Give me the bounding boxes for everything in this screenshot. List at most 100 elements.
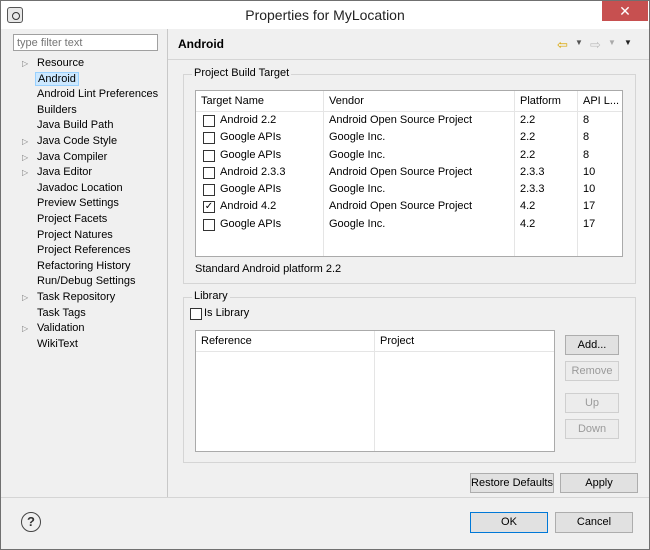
remove-library-button[interactable]: Remove (565, 361, 619, 381)
tree-item[interactable]: Project Natures (19, 228, 165, 244)
ok-button[interactable]: OK (470, 512, 548, 533)
tree-item-label: Project Natures (37, 228, 113, 241)
tree-item[interactable]: ▷ Task Repository (19, 290, 165, 306)
move-up-button[interactable]: Up (565, 393, 619, 413)
tree-item[interactable]: ▷ Resource (19, 56, 165, 72)
table-row[interactable]: Android 2.3.3 Android Open Source Project… (196, 164, 622, 181)
tree-item[interactable]: ▷ Java Code Style (19, 134, 165, 150)
cell-name: Google APIs (220, 148, 282, 161)
tree-item[interactable]: Preview Settings (19, 196, 165, 212)
table-row[interactable]: Google APIs Google Inc. 2.2 8 (196, 129, 622, 146)
tree-item[interactable]: Android Lint Preferences (19, 87, 165, 103)
cell-vendor: Google Inc. (329, 148, 386, 161)
page-title: Android (178, 37, 224, 51)
forward-dropdown-icon: ▼ (608, 38, 616, 47)
apply-button[interactable]: Apply (560, 473, 638, 493)
header-divider (168, 59, 649, 60)
tree-item[interactable]: ▷ Java Editor (19, 165, 165, 181)
properties-dialog: Properties for MyLocation ✕ ▷ Resource And… (0, 0, 650, 550)
build-target-table: Target Name Vendor Platform API L... And… (195, 90, 623, 257)
tree-item-label: Android Lint Preferences (37, 88, 159, 101)
library-table: Reference Project (195, 330, 555, 452)
back-dropdown-icon[interactable]: ▼ (575, 38, 583, 47)
move-down-button[interactable]: Down (565, 419, 619, 439)
checkbox-icon[interactable] (190, 308, 202, 320)
expand-arrow-icon[interactable]: ▷ (22, 150, 30, 166)
expand-arrow-icon[interactable]: ▷ (22, 165, 30, 181)
cell-api: 8 (583, 114, 590, 126)
tree-item[interactable]: Java Build Path (19, 118, 165, 134)
tree-item[interactable]: Builders (19, 103, 165, 119)
cell-vendor: Android Open Source Project (329, 165, 473, 178)
filter-input[interactable] (13, 34, 158, 51)
tree-item[interactable]: Refactoring History (19, 259, 165, 275)
table-row[interactable]: Google APIs Google Inc. 2.3.3 10 (196, 181, 622, 198)
expand-arrow-icon[interactable]: ▷ (22, 321, 30, 337)
tree-item-label: Project References (37, 244, 131, 257)
cell-name: Android 2.3.3 (220, 165, 286, 178)
cell-vendor: Google Inc. (329, 217, 386, 230)
expand-arrow-icon[interactable]: ▷ (22, 290, 30, 306)
cell-name: Android 2.2 (220, 114, 277, 126)
column-header-reference[interactable]: Reference (196, 331, 375, 352)
column-header-platform[interactable]: Platform (515, 91, 578, 112)
window-title: Properties for MyLocation (245, 7, 405, 23)
cell-platform: 4.2 (520, 200, 536, 213)
expand-arrow-icon[interactable]: ▷ (22, 134, 30, 150)
target-description: Standard Android platform 2.2 (195, 263, 342, 275)
tree-item[interactable]: ▷ Java Compiler (19, 150, 165, 166)
cell-vendor: Android Open Source Project (329, 200, 473, 213)
cell-vendor: Google Inc. (329, 131, 386, 144)
tree-item[interactable]: Project References (19, 243, 165, 259)
cell-platform: 2.2 (520, 148, 536, 161)
cell-vendor: Android Open Source Project (329, 114, 473, 126)
title-bar: Properties for MyLocation ✕ (1, 1, 649, 29)
cell-platform: 2.3.3 (520, 183, 545, 196)
cell-platform: 2.3.3 (520, 165, 545, 178)
tree-item-label: Resource (37, 57, 85, 69)
tree-item-label: Javadoc Location (37, 181, 123, 194)
tree-item-label: Task Repository (37, 290, 116, 303)
table-row[interactable]: Android 2.2 Android Open Source Project 2.… (196, 112, 622, 129)
tree-item[interactable]: WikiText (19, 337, 165, 353)
tree-item-label: Run/Debug Settings (37, 275, 136, 288)
restore-defaults-button[interactable]: Restore Defaults (470, 473, 554, 493)
tree-item-label: Java Compiler (37, 150, 108, 163)
page-header: Android ⇦ ▼ ⇨ ▼ ▼ (168, 29, 649, 59)
vertical-divider (167, 29, 168, 497)
help-icon[interactable]: ? (21, 512, 41, 532)
column-header-vendor[interactable]: Vendor (324, 91, 515, 112)
table-row[interactable]: ✓ Android 4.2 Android Open Source Project 4… (196, 198, 622, 215)
tree-item-label: Builders (37, 103, 77, 116)
cell-platform: 2.2 (520, 114, 536, 126)
column-header-target-name[interactable]: Target Name (196, 91, 324, 112)
close-button[interactable]: ✕ (602, 1, 648, 21)
cell-name: Google APIs (220, 217, 282, 230)
view-menu-icon[interactable]: ▼ (624, 38, 632, 47)
table-row[interactable]: Google APIs Google Inc. 2.2 8 (196, 147, 622, 164)
cell-api: 10 (583, 165, 596, 178)
cell-name: Google APIs (220, 131, 282, 144)
tree-item[interactable]: Run/Debug Settings (19, 274, 165, 290)
column-header-api-level[interactable]: API L... (578, 91, 622, 112)
tree-item[interactable]: Javadoc Location (19, 181, 165, 197)
cancel-button[interactable]: Cancel (555, 512, 633, 533)
cell-vendor: Google Inc. (329, 183, 386, 196)
cell-api: 10 (583, 183, 596, 196)
table-row[interactable]: Google APIs Google Inc. 4.2 17 (196, 216, 622, 233)
tree-item[interactable]: ▷ Validation (19, 321, 165, 337)
tree-item[interactable]: Task Tags (19, 306, 165, 322)
expand-arrow-icon[interactable]: ▷ (22, 56, 30, 72)
tree-item-label: Refactoring History (37, 259, 131, 272)
add-library-button[interactable]: Add... (565, 335, 619, 355)
tree-item-label: Task Tags (37, 306, 86, 319)
build-target-rows: Android 2.2 Android Open Source Project 2.… (196, 112, 622, 233)
cell-platform: 4.2 (520, 217, 536, 230)
tree-item[interactable]: Project Facets (19, 212, 165, 228)
tree-item-label: Java Build Path (37, 119, 114, 132)
property-pages-tree: ▷ Resource Android Android Lint Preferences… (19, 56, 165, 352)
column-header-project[interactable]: Project (375, 331, 554, 352)
cell-api: 17 (583, 200, 596, 213)
tree-item[interactable]: Android (19, 71, 165, 88)
back-arrow-icon[interactable]: ⇦ (557, 37, 568, 53)
